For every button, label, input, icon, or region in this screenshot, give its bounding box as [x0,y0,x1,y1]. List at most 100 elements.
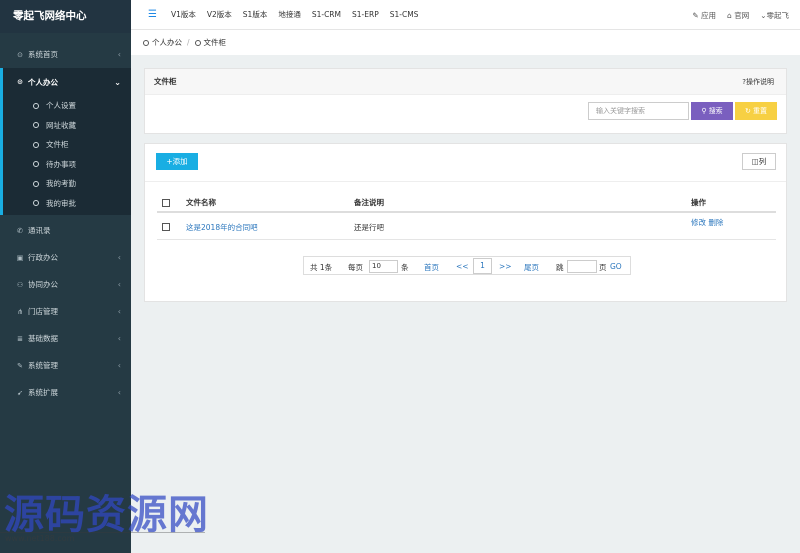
nav-link-s1-crm[interactable]: S1-CRM [312,10,341,19]
nav-link-s1-erp[interactable]: S1-ERP [352,10,379,19]
reset-label: 重置 [753,107,768,115]
pen-icon: ✎ [692,10,699,20]
nav-link-dijietong[interactable]: 地接通 [278,9,301,20]
actions-cell: 修改 删除 [691,217,723,228]
sidebar-item-label: 系统首页 [28,50,58,59]
columns-label: 列 [758,157,767,166]
chevron-left-icon: ‹ [117,334,121,343]
delete-link[interactable]: 删除 [708,218,723,227]
sidebar-item-system-management[interactable]: ✎ 系统管理 ‹ [0,352,131,379]
sidebar-subitem-label: 我的考勤 [46,179,76,189]
chevron-left-icon: ‹ [117,253,121,262]
go-button[interactable]: GO [610,262,622,271]
rocket-icon: ➹ [17,388,23,397]
column-header-actions: 操作 [691,198,706,207]
circle-icon [33,200,39,207]
users-icon: ⚇ [16,280,24,289]
sidebar-item-label: 基础数据 [28,334,58,343]
nav-link-s1-cms[interactable]: S1-CMS [390,10,419,19]
sidebar-item-label: 协同办公 [28,280,58,289]
circle-icon [33,161,39,168]
breadcrumb-item[interactable]: 个人办公 [152,37,182,48]
sidebar-item-label: 系统扩展 [28,388,58,397]
database-icon: ≣ [17,334,23,343]
per-page-input[interactable]: 10 [369,260,398,273]
official-site-link[interactable]: ⌂ 官网 [727,10,749,21]
apps-link[interactable]: ✎ 应用 [692,10,716,21]
table-header: 文件名称 备注说明 操作 [157,193,776,213]
sidebar-subitem-file-cabinet[interactable]: 文件柜 [3,135,131,155]
add-button[interactable]: +添加 [156,153,198,170]
last-page-link[interactable]: 尾页 [524,262,539,273]
sidebar-subitem-label: 网址收藏 [46,120,76,130]
circle-icon [33,102,39,109]
jump-page-input[interactable] [567,260,597,273]
select-all-checkbox[interactable] [162,199,170,207]
app-title: 零起飞网络中心 [0,0,131,33]
chevron-left-icon: ‹ [117,280,121,289]
user-menu[interactable]: ⌄零起飞 [760,10,789,21]
sidebar-item-admin-office[interactable]: ▣ 行政办公 ‹ [0,244,131,271]
breadcrumb: 个人办公 / 文件柜 [131,30,800,55]
edit-link[interactable]: 修改 [691,218,706,227]
columns-button[interactable]: ◫列 [742,153,776,170]
wrench-icon: ✎ [17,361,23,370]
search-button[interactable]: ⚲ 搜索 [691,102,733,120]
table-panel: +添加 ◫列 文件名称 备注说明 操作 这是2018年的合同吧 还是行吧 修改 … [144,143,787,302]
search-icon: ⚲ [701,107,707,115]
phone-icon: ✆ [17,226,23,235]
row-checkbox[interactable] [162,223,170,231]
sidebar-subitem-personal-settings[interactable]: 个人设置 [3,96,131,116]
chevron-down-icon: ⌄ [114,77,121,87]
current-page[interactable]: 1 [473,258,492,274]
apps-label: 应用 [701,10,717,20]
sidebar-subitem-label: 文件柜 [46,140,69,150]
sidebar-item-label: 系统管理 [28,361,58,370]
sidebar-subitem-todo[interactable]: 待办事项 [3,155,131,175]
circle-icon [33,180,39,187]
dashboard-icon: ⊙ [17,50,23,59]
next-page-link[interactable]: >> [499,262,512,271]
total-count: 共 1条 [310,263,333,272]
refresh-icon: ↻ [744,107,751,115]
sidebar-item-personal-office[interactable]: ⊙ 个人办公 ⌄ [0,68,131,96]
sidebar-item-home[interactable]: ⊙ 系统首页 ‹ [0,41,131,68]
reset-button[interactable]: ↻ 重置 [735,102,777,120]
help-label: 操作说明 [746,78,774,86]
home-icon: ⌂ [727,10,732,20]
briefcase-icon: ▣ [16,253,24,262]
search-input[interactable]: 输入关键字搜索 [588,102,689,120]
search-label: 搜索 [708,107,723,115]
help-link[interactable]: ?操作说明 [742,77,774,87]
file-name-link[interactable]: 这是2018年的合同吧 [186,222,258,233]
sidebar-item-label: 门店管理 [28,307,58,316]
sidebar-item-system-extension[interactable]: ➹ 系统扩展 ‹ [0,379,131,406]
sidebar-item-contacts[interactable]: ✆ 通讯录 [0,217,131,244]
sidebar-subitem-label: 我的审批 [46,198,76,208]
circle-icon [33,141,39,148]
per-page-unit: 条 [401,263,409,272]
sidebar-subitem-bookmarks[interactable]: 网址收藏 [3,116,131,136]
pagination: 共 1条 每页 10 条 首页 << 1 >> 尾页 跳 页 GO [303,256,631,275]
breadcrumb-item-current: 文件柜 [203,38,227,47]
column-header-file-name[interactable]: 文件名称 [186,197,216,208]
nav-link-v2[interactable]: V2版本 [207,9,232,20]
top-navbar: ☰ V1版本 V2版本 S1版本 地接通 S1-CRM S1-ERP S1-CM… [131,0,800,30]
sidebar-item-collaboration[interactable]: ⚇ 协同办公 ‹ [0,271,131,298]
search-panel: 文件柜 ?操作说明 输入关键字搜索 ⚲ 搜索 ↻ 重置 [144,68,787,134]
columns-icon: ◫ [751,157,759,166]
sidebar-subitem-attendance[interactable]: 我的考勤 [3,174,131,194]
per-page-label: 每页 [348,263,363,272]
first-page-link[interactable]: 首页 [424,262,439,273]
top-right-menu: ✎ 应用 ⌂ 官网 ⌄零起飞 [692,0,800,30]
prev-page-link[interactable]: << [456,262,469,271]
sidebar-subitem-approvals[interactable]: 我的审批 [3,194,131,214]
chevron-left-icon: ‹ [117,388,121,397]
divider [145,181,786,182]
column-header-note[interactable]: 备注说明 [354,197,384,208]
sidebar-item-store-management[interactable]: ⋔ 门店管理 ‹ [0,298,131,325]
nav-link-v1[interactable]: V1版本 [171,9,196,20]
nav-link-s1[interactable]: S1版本 [243,9,268,20]
sidebar-item-base-data[interactable]: ≣ 基础数据 ‹ [0,325,131,352]
menu-toggle-icon[interactable]: ☰ [148,9,157,20]
